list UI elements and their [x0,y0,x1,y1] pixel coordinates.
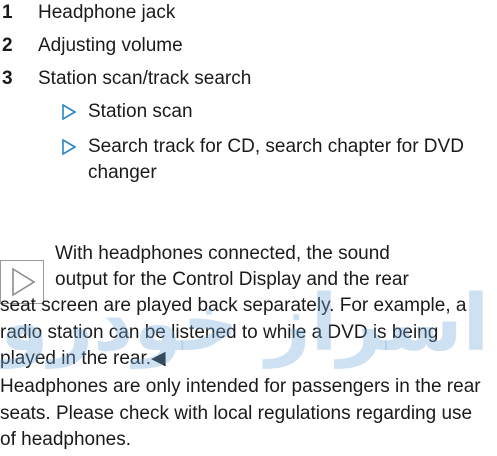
body-paragraph: Headphones are only intended for passeng… [0,376,481,450]
note-line-1: With headphones connected, the sound [55,243,390,264]
item-label: Station scan/track search [38,68,252,89]
triangle-bullet-icon [62,99,88,125]
sub-list-item-1: Station scan [62,99,488,125]
sub-item-label: Station scan [88,101,193,122]
note-text: seat screen are played back separately. … [0,295,467,369]
list-item-3: 3 Station scan/track search [0,66,251,92]
item-number: 2 [2,35,13,56]
item-label: Headphone jack [38,2,176,23]
item-number: 1 [2,2,13,23]
note-line-2: output for the Control Display and the r… [55,269,409,290]
item-number: 3 [2,68,13,89]
item-label: Adjusting volume [38,35,183,56]
sub-list-item-2: Search track for CD, search chapter for … [62,134,483,186]
triangle-bullet-icon [62,134,88,160]
list-item-1: 1 Headphone jack [0,0,175,26]
list-item-2: 2 Adjusting volume [0,33,183,59]
sub-item-label: Search track for CD, search chapter for … [88,136,464,183]
